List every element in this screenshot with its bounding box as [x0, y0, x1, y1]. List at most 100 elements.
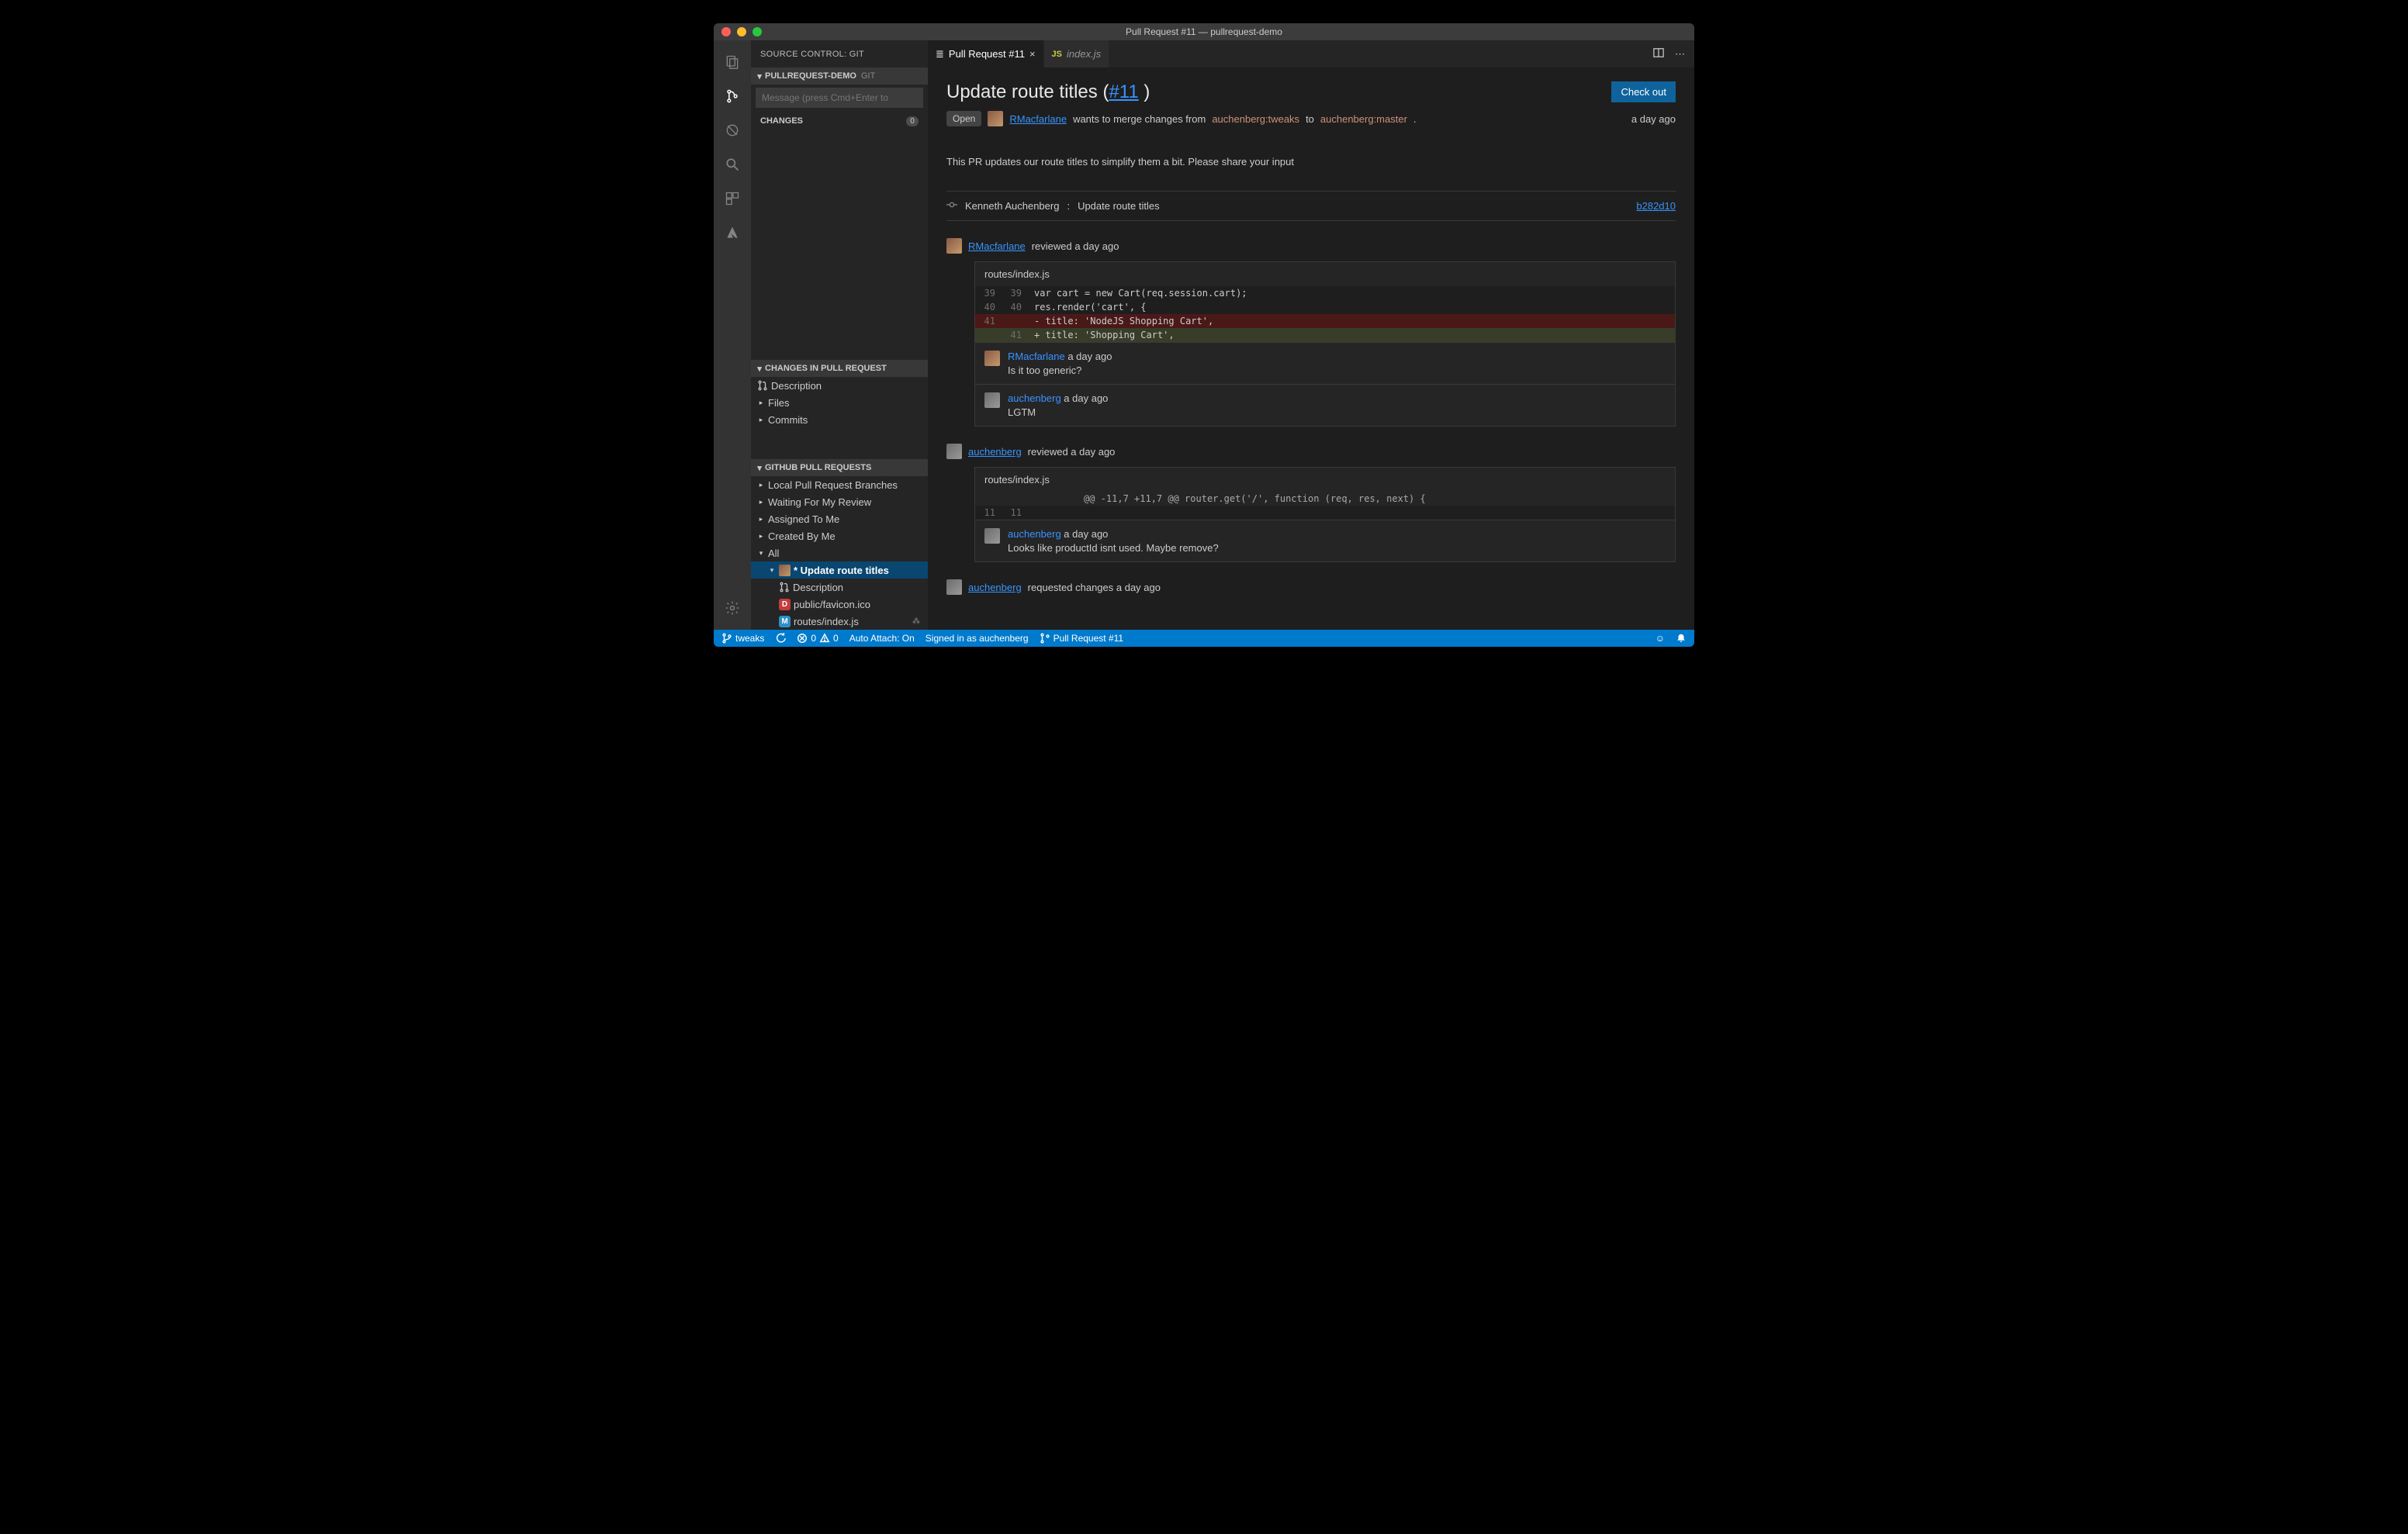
- status-pr[interactable]: Pull Request #11: [1040, 633, 1124, 644]
- changes-count-badge: 0: [906, 116, 919, 126]
- gh-group-all[interactable]: ▾All: [751, 544, 928, 561]
- pr-subhead: Open RMacfarlane wants to merge changes …: [946, 111, 1676, 126]
- avatar-icon: [946, 238, 962, 254]
- avatar-icon: [946, 444, 962, 459]
- commit-row: Kenneth Auchenberg: Update route titles …: [946, 191, 1676, 221]
- chevron-right-icon: ▸: [757, 498, 765, 506]
- chevron-down-icon: ▾: [754, 364, 765, 374]
- pr-author-link[interactable]: RMacfarlane: [1009, 113, 1067, 125]
- close-icon[interactable]: ×: [1029, 48, 1036, 60]
- status-bar: tweaks 0 0 Auto Attach: On Signed in as …: [714, 630, 1694, 647]
- tab-index-js[interactable]: JS index.js: [1044, 40, 1110, 67]
- gh-group-assigned[interactable]: ▸Assigned To Me: [751, 510, 928, 527]
- pr-commits-item[interactable]: ▸ Commits: [751, 411, 928, 428]
- from-branch: auchenberg:tweaks: [1212, 113, 1299, 125]
- chevron-down-icon: ▾: [768, 566, 776, 575]
- commit-message: Update route titles: [1078, 200, 1160, 212]
- github-pr-header[interactable]: ▾ GITHUB PULL REQUESTS: [751, 459, 928, 476]
- more-actions-icon[interactable]: ⋯: [1675, 48, 1685, 60]
- to-branch: auchenberg:master: [1320, 113, 1407, 125]
- bell-icon: [1676, 633, 1687, 644]
- list-icon: ≣: [936, 48, 944, 60]
- avatar-icon: [988, 111, 1003, 126]
- chevron-right-icon: ▸: [757, 515, 765, 523]
- avatar-icon: [984, 528, 1000, 544]
- avatar-icon: [946, 579, 962, 595]
- pr-number-link[interactable]: #11: [1109, 81, 1138, 102]
- review-block: auchenberg reviewed a day ago routes/ind…: [946, 444, 1676, 562]
- gh-pr-selected[interactable]: ▾ * Update route titles: [751, 561, 928, 579]
- extensions-icon[interactable]: [714, 183, 751, 214]
- minimize-window-icon[interactable]: [737, 27, 746, 36]
- git-branch-icon: [721, 633, 732, 644]
- pr-files-item[interactable]: ▸ Files: [751, 394, 928, 411]
- chevron-down-icon: ▾: [754, 71, 765, 81]
- changes-in-pr-header[interactable]: ▾ CHANGES IN PULL REQUEST: [751, 360, 928, 377]
- commit-sha-link[interactable]: b282d10: [1636, 200, 1676, 212]
- review-user-link[interactable]: RMacfarlane: [968, 240, 1026, 252]
- inline-comment: auchenberg a day ago LGTM: [975, 384, 1675, 426]
- window-title: Pull Request #11 — pullrequest-demo: [1126, 26, 1282, 37]
- review-user-link[interactable]: auchenberg: [968, 446, 1022, 458]
- gh-group-created[interactable]: ▸Created By Me: [751, 527, 928, 544]
- avatar-icon: [984, 351, 1000, 366]
- repo-section-header[interactable]: ▾ PULLREQUEST-DEMO GIT: [751, 67, 928, 85]
- status-feedback-icon[interactable]: ☺: [1656, 633, 1665, 644]
- window: Pull Request #11 — pullrequest-demo: [714, 23, 1694, 647]
- source-control-icon[interactable]: [714, 81, 751, 112]
- split-editor-icon[interactable]: [1653, 47, 1664, 60]
- gh-group-local[interactable]: ▸Local Pull Request Branches: [751, 476, 928, 493]
- checkout-button[interactable]: Check out: [1611, 81, 1676, 102]
- comment-user-link[interactable]: auchenberg: [1008, 392, 1061, 404]
- git-pull-request-icon: [757, 380, 768, 391]
- pr-description-item[interactable]: Description: [751, 377, 928, 394]
- debug-icon[interactable]: [714, 115, 751, 146]
- search-icon[interactable]: [714, 149, 751, 180]
- gh-pr-child-favicon[interactable]: D public/favicon.ico: [751, 596, 928, 613]
- azure-icon[interactable]: [714, 217, 751, 248]
- event-user-link[interactable]: auchenberg: [968, 582, 1022, 593]
- inline-comment: RMacfarlane a day ago Is it too generic?: [975, 342, 1675, 384]
- close-window-icon[interactable]: [721, 27, 731, 36]
- sidebar: SOURCE CONTROL: GIT ▾ PULLREQUEST-DEMO G…: [751, 40, 928, 630]
- gh-group-waiting[interactable]: ▸Waiting For My Review: [751, 493, 928, 510]
- deleted-badge-icon: D: [779, 599, 791, 610]
- settings-gear-icon[interactable]: [714, 593, 751, 624]
- diff-table: 3939var cart = new Cart(req.session.cart…: [975, 286, 1675, 342]
- review-file-path: routes/index.js: [975, 262, 1675, 286]
- comment-indicator-icon: ⁂: [912, 617, 920, 626]
- status-problems[interactable]: 0 0: [797, 633, 838, 644]
- commit-author: Kenneth Auchenberg: [965, 200, 1059, 212]
- git-branch-icon: [1040, 633, 1050, 644]
- editor-tabs: ≣ Pull Request #11 × JS index.js ⋯: [928, 40, 1694, 67]
- javascript-file-icon: JS: [1052, 50, 1062, 59]
- gh-pr-child-description[interactable]: Description: [751, 579, 928, 596]
- explorer-icon[interactable]: [714, 47, 751, 78]
- warning-icon: [819, 633, 830, 644]
- traffic-lights: [714, 27, 762, 36]
- git-pull-request-icon: [779, 582, 790, 593]
- sidebar-title: SOURCE CONTROL: GIT: [751, 40, 928, 67]
- tab-pull-request[interactable]: ≣ Pull Request #11 ×: [928, 40, 1044, 67]
- status-notifications-icon[interactable]: [1676, 633, 1687, 644]
- status-branch[interactable]: tweaks: [721, 633, 764, 644]
- status-auto-attach[interactable]: Auto Attach: On: [849, 633, 915, 644]
- changes-header[interactable]: CHANGES 0: [751, 112, 928, 130]
- pr-time: a day ago: [1631, 113, 1676, 125]
- review-block: RMacfarlane reviewed a day ago routes/in…: [946, 238, 1676, 427]
- pr-title: Update route titles (#11 ): [946, 81, 1150, 103]
- commit-message-input[interactable]: [756, 88, 923, 108]
- commit-icon: [946, 199, 957, 212]
- editor-area: ≣ Pull Request #11 × JS index.js ⋯: [928, 40, 1694, 630]
- status-signed-in[interactable]: Signed in as auchenberg: [925, 633, 1029, 644]
- comment-user-link[interactable]: auchenberg: [1008, 528, 1061, 540]
- comment-user-link[interactable]: RMacfarlane: [1008, 351, 1065, 362]
- gh-pr-child-routes[interactable]: M routes/index.js ⁂: [751, 613, 928, 630]
- avatar-icon: [779, 565, 791, 576]
- status-sync[interactable]: [775, 633, 786, 644]
- pr-description: This PR updates our route titles to simp…: [946, 156, 1676, 168]
- pr-content: Update route titles (#11 ) Check out Ope…: [928, 67, 1694, 613]
- maximize-window-icon[interactable]: [752, 27, 762, 36]
- review-file-path: routes/index.js: [975, 468, 1675, 492]
- titlebar: Pull Request #11 — pullrequest-demo: [714, 23, 1694, 40]
